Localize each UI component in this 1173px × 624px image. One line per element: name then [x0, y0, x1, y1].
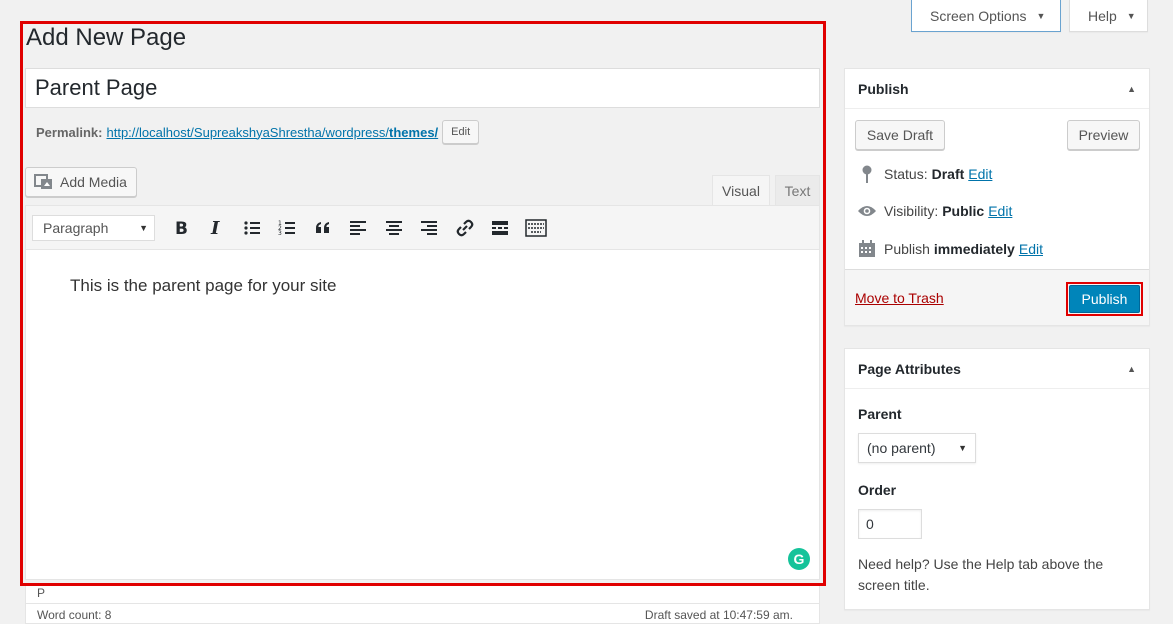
order-input[interactable]: 0: [858, 509, 922, 539]
eye-icon: [857, 204, 877, 218]
status-row: Status: Draft Edit: [857, 165, 992, 183]
grammarly-icon[interactable]: G: [788, 548, 810, 570]
publish-box-header[interactable]: Publish ▲: [845, 69, 1149, 109]
media-icon: [34, 174, 52, 189]
numbered-list-icon[interactable]: 123: [270, 213, 306, 243]
caret-down-icon: ▼: [1126, 10, 1136, 21]
blockquote-icon[interactable]: [305, 213, 341, 243]
collapse-toggle-icon[interactable]: ▲: [1127, 364, 1136, 374]
align-center-icon[interactable]: [376, 213, 412, 243]
screen-options-button[interactable]: Screen Options ▼: [911, 0, 1061, 32]
svg-text:B: B: [175, 219, 188, 237]
align-left-icon[interactable]: [341, 213, 377, 243]
visibility-value: Public: [942, 203, 985, 219]
permalink-row: Permalink: http://localhost/SupreakshyaS…: [36, 120, 480, 144]
status-label: Status:: [884, 166, 928, 182]
preview-button[interactable]: Preview: [1067, 120, 1140, 150]
editor-text[interactable]: This is the parent page for your site: [70, 276, 336, 296]
editor-status-bar: P Word count: 8 Draft saved at 10:47:59 …: [25, 584, 820, 624]
publish-box: Publish ▲ Save Draft Preview Status: Dra…: [844, 68, 1150, 326]
screen-options-label: Screen Options: [930, 7, 1027, 24]
svg-text:I: I: [210, 219, 220, 237]
page-attributes-title: Page Attributes: [858, 360, 961, 377]
publish-box-title: Publish: [858, 80, 909, 97]
visibility-edit-link[interactable]: Edit: [988, 203, 1012, 219]
order-label: Order: [858, 482, 897, 498]
move-to-trash-link[interactable]: Move to Trash: [855, 290, 944, 306]
status-edit-link[interactable]: Edit: [968, 166, 992, 182]
align-right-icon[interactable]: [412, 213, 448, 243]
help-label: Help: [1088, 7, 1117, 24]
permalink-label: Permalink:: [36, 124, 103, 140]
status-value: Draft: [931, 166, 965, 182]
editor-toolbar: Paragraph ▼ B I 123: [25, 205, 820, 250]
collapse-toggle-icon[interactable]: ▲: [1127, 84, 1136, 94]
page-attributes-header[interactable]: Page Attributes ▲: [845, 349, 1149, 389]
word-count: Word count: 8: [37, 608, 112, 622]
publish-actions: Move to Trash Publish: [845, 269, 1149, 325]
add-media-label: Add Media: [60, 174, 127, 190]
help-text: Need help? Use the Help tab above the sc…: [858, 556, 1104, 593]
pin-icon: [857, 165, 877, 183]
page-title: Add New Page: [26, 24, 187, 51]
tab-visual[interactable]: Visual: [712, 175, 770, 205]
publish-value: immediately: [933, 241, 1015, 257]
link-icon[interactable]: [447, 213, 483, 243]
page-attributes-box: Page Attributes ▲ Parent (no parent) ▼ O…: [844, 348, 1150, 610]
calendar-icon: [857, 240, 877, 258]
toolbar-toggle-icon[interactable]: [518, 213, 554, 243]
help-button[interactable]: Help ▼: [1069, 0, 1148, 32]
bullet-list-icon[interactable]: [234, 213, 270, 243]
parent-label: Parent: [858, 406, 902, 422]
format-select[interactable]: Paragraph ▼: [32, 214, 155, 241]
svg-text:3: 3: [278, 230, 282, 237]
status-divider: [26, 603, 819, 604]
parent-select-value: (no parent): [867, 440, 936, 456]
caret-down-icon: ▼: [139, 222, 148, 233]
tab-text[interactable]: Text: [775, 175, 820, 205]
read-more-icon[interactable]: [483, 213, 519, 243]
schedule-row: Publish immediately Edit: [857, 240, 1043, 258]
add-media-button[interactable]: Add Media: [25, 167, 137, 197]
editor-path[interactable]: P: [37, 586, 45, 600]
italic-icon[interactable]: I: [199, 213, 235, 243]
schedule-edit-link[interactable]: Edit: [1019, 241, 1043, 257]
caret-down-icon: ▼: [958, 443, 967, 453]
visibility-label: Visibility:: [884, 203, 939, 219]
editor-content-area[interactable]: This is the parent page for your site G: [25, 250, 820, 580]
parent-select[interactable]: (no parent) ▼: [858, 433, 976, 463]
save-draft-button[interactable]: Save Draft: [855, 120, 945, 150]
publish-button[interactable]: Publish: [1069, 285, 1140, 313]
caret-down-icon: ▼: [1036, 10, 1046, 21]
visibility-row: Visibility: Public Edit: [857, 203, 1012, 219]
draft-saved-status: Draft saved at 10:47:59 am.: [644, 608, 793, 622]
publish-label: Publish: [884, 241, 930, 257]
permalink-edit-button[interactable]: Edit: [442, 120, 480, 144]
format-select-value: Paragraph: [43, 219, 109, 236]
permalink-link[interactable]: http://localhost/SupreakshyaShrestha/wor…: [106, 125, 438, 140]
publish-button-highlight: Publish: [1066, 282, 1143, 316]
post-title-input[interactable]: Parent Page: [25, 68, 820, 108]
bold-icon[interactable]: B: [163, 213, 199, 243]
